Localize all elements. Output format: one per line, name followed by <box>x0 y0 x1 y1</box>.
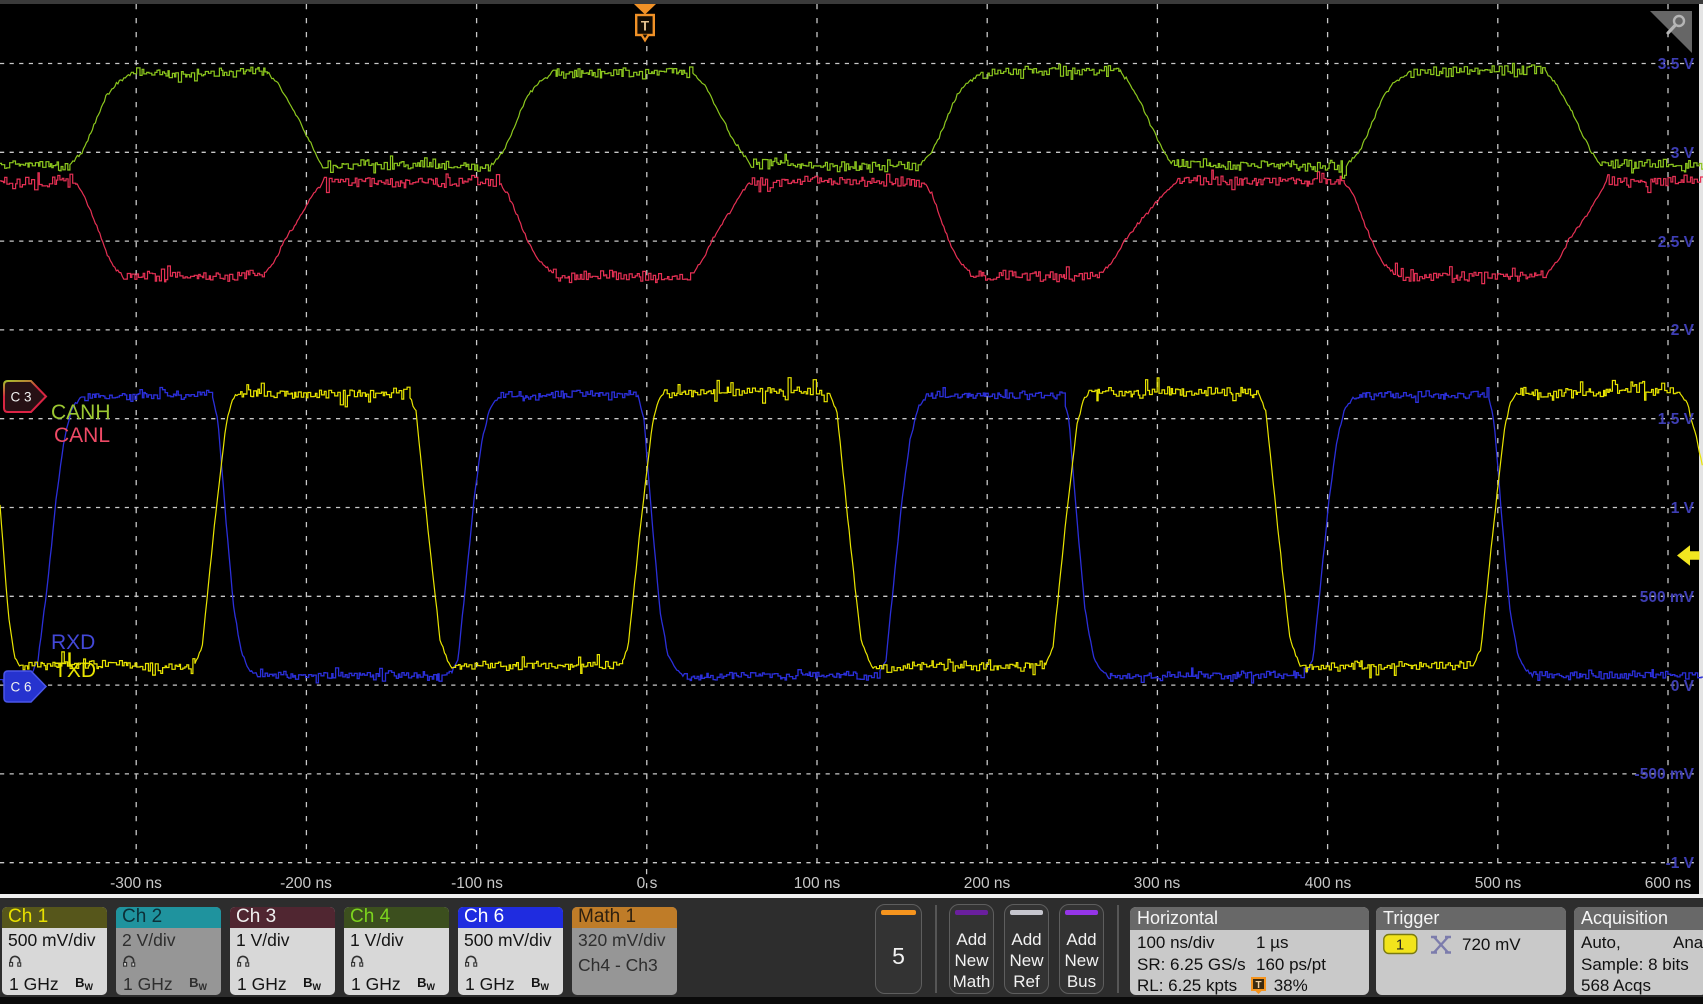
svg-text:-1 V: -1 V <box>1666 855 1695 872</box>
svg-text:300 ns: 300 ns <box>1134 875 1181 892</box>
svg-text:-300 ns: -300 ns <box>110 875 162 892</box>
svg-text:400 ns: 400 ns <box>1305 875 1352 892</box>
svg-text:-200 ns: -200 ns <box>280 875 332 892</box>
svg-text:CANL: CANL <box>54 424 110 447</box>
svg-text:500 mV: 500 mV <box>1640 589 1695 606</box>
svg-text:600 ns: 600 ns <box>1645 875 1692 892</box>
svg-text:CANH: CANH <box>51 401 111 424</box>
svg-text:RXD: RXD <box>51 631 95 654</box>
svg-text:1 V: 1 V <box>1671 500 1695 517</box>
svg-text:720 mV: 720 mV <box>1462 935 1521 954</box>
svg-text:3 V: 3 V <box>1671 145 1695 162</box>
svg-text:TXD: TXD <box>54 659 96 682</box>
svg-text:C 6: C 6 <box>10 680 31 695</box>
svg-text:3.5 V: 3.5 V <box>1658 56 1695 73</box>
svg-text:2 V: 2 V <box>1671 322 1695 339</box>
svg-text:C 3: C 3 <box>10 390 31 405</box>
svg-text:1.5 V: 1.5 V <box>1658 411 1695 428</box>
svg-text:1: 1 <box>1396 937 1404 954</box>
svg-text:T: T <box>1255 980 1261 991</box>
svg-text:2.5 V: 2.5 V <box>1658 234 1695 251</box>
svg-text:500 ns: 500 ns <box>1475 875 1522 892</box>
svg-text:0 s: 0 s <box>637 875 658 892</box>
svg-text:T: T <box>641 19 650 34</box>
svg-text:-100 ns: -100 ns <box>451 875 503 892</box>
svg-text:100 ns: 100 ns <box>794 875 841 892</box>
svg-text:0 V: 0 V <box>1671 678 1695 695</box>
svg-text:-500 mV: -500 mV <box>1635 766 1695 783</box>
svg-text:200 ns: 200 ns <box>964 875 1011 892</box>
